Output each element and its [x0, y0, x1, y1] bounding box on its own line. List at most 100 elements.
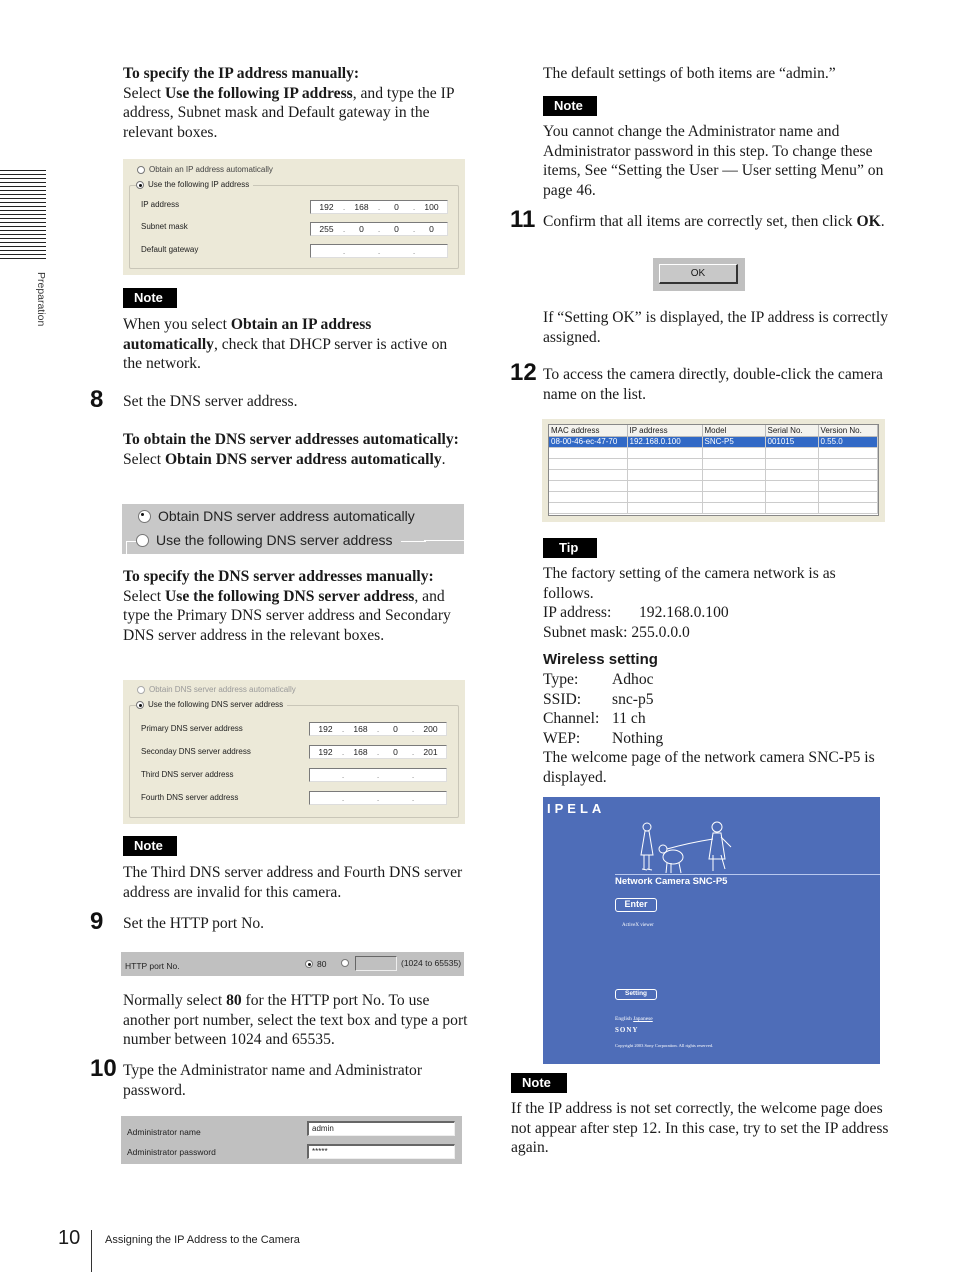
third-dns-label: Third DNS server address [141, 770, 234, 779]
note-badge: Note [543, 96, 597, 116]
ok-button-frame: OK [653, 258, 745, 291]
cell-ip: 192.168.0.100 [627, 436, 703, 448]
wireless-settings-list: Type: Adhoc SSID: snc-p5 Channel: 11 ch WEP… [543, 670, 888, 787]
ip-settings-dialog: Obtain an IP address automatically Use t… [123, 159, 465, 275]
radio-label: Obtain DNS server address automatically [149, 685, 296, 694]
secondary-dns-label: Seconday DNS server address [141, 747, 251, 756]
radio-port-custom[interactable] [341, 959, 349, 967]
column-header-serial[interactable]: Serial No. [765, 425, 819, 437]
column-header-mac[interactable]: MAC address [549, 425, 628, 437]
primary-dns-label: Primary DNS server address [141, 724, 243, 733]
ip-address-label: IP address [141, 200, 180, 209]
empty-row [549, 458, 878, 470]
column-header-model[interactable]: Model [702, 425, 766, 437]
radio-selected-icon [138, 509, 151, 523]
text: Confirm that all items are correctly set… [543, 213, 857, 230]
page-number: 10 [58, 1227, 81, 1249]
step-10-text: Type the Administrator name and Administ… [123, 1062, 423, 1099]
cell-version: 0.55.0 [818, 436, 878, 448]
default-settings-text: The default settings of both items are “… [543, 65, 836, 82]
english-link[interactable]: English [615, 1016, 632, 1022]
camera-list-panel: MAC address IP address Model Serial No. … [542, 419, 885, 522]
language-links: English Japanese [615, 1016, 653, 1022]
empty-row [549, 469, 878, 481]
manual-ip-instructions: To specify the IP address manually: Sele… [123, 64, 468, 142]
text: . [880, 213, 885, 230]
ip-value: 192.168.0.100 [639, 604, 729, 621]
ip-address-input[interactable]: 192. 168. 0. 100 [310, 200, 448, 214]
radio-use-following-ip[interactable]: Use the following IP address [136, 180, 254, 189]
step-number-12: 12 [510, 359, 537, 386]
port-range-hint: (1024 to 65535) [401, 958, 462, 968]
section-tab-lines [0, 170, 46, 260]
enter-button[interactable]: Enter [615, 898, 657, 912]
radio-obtain-ip-auto[interactable]: Obtain an IP address automatically [137, 165, 273, 174]
http-port-instructions: Normally select 80 for the HTTP port No.… [123, 991, 468, 1050]
note-admin-change-text: You cannot change the Administrator name… [543, 123, 884, 199]
radio-obtain-dns-auto-disabled[interactable]: Obtain DNS server address automatically [137, 685, 296, 694]
wireless-channel: Channel: 11 ch [543, 710, 646, 727]
ip-label: IP address: [543, 604, 612, 621]
radio-label: 80 [317, 959, 327, 969]
admin-password-input[interactable]: ***** [307, 1144, 455, 1159]
note-ip-retry-text: If the IP address is not set correctly, … [511, 1100, 889, 1156]
camera-list-table[interactable]: MAC address IP address Model Serial No. … [548, 424, 879, 516]
subnet-mask-label: Subnet mask [141, 222, 188, 231]
radio-port-80[interactable]: 80 [305, 959, 326, 969]
japanese-link[interactable]: Japanese [633, 1016, 653, 1022]
setting-button[interactable]: Setting [615, 989, 657, 1000]
primary-dns-input[interactable]: 192. 168. 0. 200 [309, 722, 447, 736]
note-badge: Note [123, 836, 177, 856]
copyright-text: Copyright 2003 Sony Corporation. All rig… [615, 1043, 714, 1048]
factory-ip-line: IP address: 192.168.0.100 [543, 603, 888, 623]
note-dns-invalid-text: The Third DNS server address and Fourth … [123, 864, 463, 901]
cell-model: SNC-P5 [702, 436, 766, 448]
ipela-logo: IPELA [547, 801, 606, 816]
admin-name-input[interactable]: admin [307, 1121, 455, 1136]
dns-settings-dialog: Obtain DNS server address automatically … [123, 680, 465, 824]
secondary-dns-input[interactable]: 192. 168. 0. 201 [309, 745, 447, 759]
radio-icon [137, 685, 145, 694]
cell-serial: 001015 [765, 436, 819, 448]
ok-button[interactable]: OK [659, 264, 738, 284]
admin-password-label: Administrator password [127, 1147, 216, 1157]
note-dhcp-text: When you select Obtain an IP address aut… [123, 315, 468, 374]
wireless-setting-heading: Wireless setting [543, 651, 658, 668]
radio-label: Obtain DNS server address automatically [158, 508, 415, 524]
column-header-ip[interactable]: IP address [627, 425, 703, 437]
cell-mac: 08-00-46-ec-47-70 [549, 436, 628, 448]
text: When you select [123, 316, 231, 333]
default-gateway-input[interactable]: ... [310, 244, 448, 258]
note-badge: Note [123, 288, 177, 308]
setting-ok-text: If “Setting OK” is displayed, the IP add… [543, 309, 888, 346]
footer-section-title: Assigning the IP Address to the Camera [105, 1234, 300, 1246]
fourth-dns-input[interactable]: ... [309, 791, 447, 805]
radio-use-following-dns[interactable]: Use the following DNS server address [136, 532, 401, 548]
radio-obtain-dns-auto[interactable]: Obtain DNS server address automatically [138, 508, 415, 524]
step-number-10: 10 [90, 1055, 117, 1082]
subnet-mask-input[interactable]: 255. 0. 0. 0 [310, 222, 448, 236]
welcome-title: Network Camera SNC-P5 [615, 876, 728, 887]
tip-badge: Tip [543, 538, 597, 558]
activex-viewer-label: ActiveX viewer [622, 923, 654, 928]
admin-credentials-dialog: Administrator name admin Administrator p… [121, 1116, 462, 1164]
bold-term: 80 [226, 992, 242, 1009]
manual-dns-instructions: To specify the DNS server addresses manu… [123, 567, 473, 645]
dns-auto-heading: To obtain the DNS server addresses autom… [123, 431, 459, 448]
manual-ip-heading: To specify the IP address manually: [123, 65, 360, 82]
empty-row [549, 447, 878, 459]
empty-row [549, 491, 878, 503]
radio-selected-icon [136, 700, 144, 709]
step-number-8: 8 [90, 386, 104, 413]
custom-port-input[interactable] [355, 956, 397, 971]
third-dns-input[interactable]: ... [309, 768, 447, 782]
camera-row-selected[interactable]: 08-00-46-ec-47-70 192.168.0.100 SNC-P5 0… [549, 436, 878, 448]
footer-divider [91, 1230, 92, 1272]
http-port-label: HTTP port No. [125, 961, 180, 971]
radio-use-following-dns[interactable]: Use the following DNS server address [136, 700, 288, 709]
bold-term: OK [856, 213, 881, 230]
column-header-version[interactable]: Version No. [818, 425, 878, 437]
radio-icon [136, 533, 149, 547]
radio-selected-icon [136, 180, 144, 189]
mask-label: Subnet mask: [543, 623, 628, 641]
